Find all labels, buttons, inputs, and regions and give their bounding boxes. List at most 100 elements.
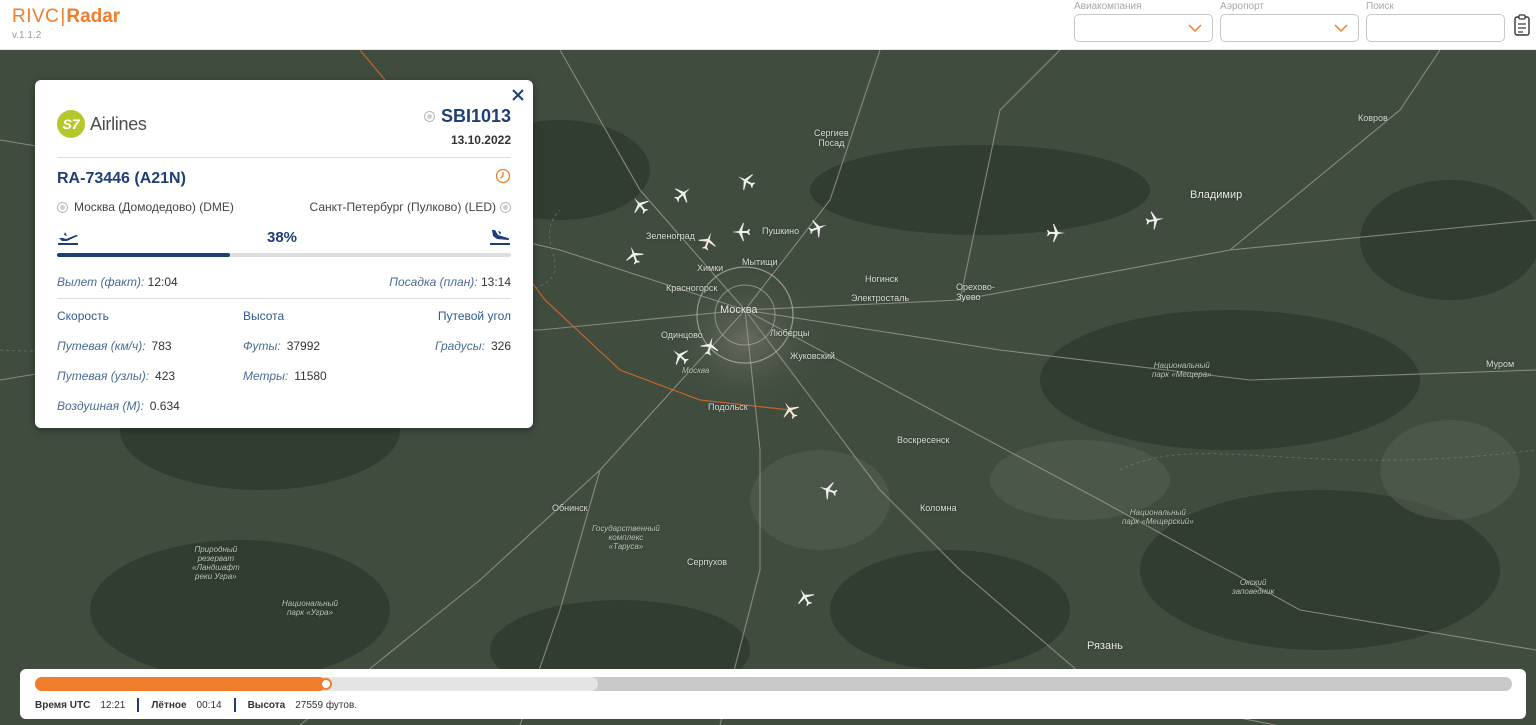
route: Москва (Домодедово) (DME) Санкт-Петербур… [57, 200, 511, 214]
app-version: v.1.1.2 [12, 30, 42, 41]
altitude-value: 27559 футов. [295, 699, 358, 711]
timeline-scrubber-handle[interactable] [319, 678, 332, 690]
search-input[interactable] [1366, 14, 1505, 42]
place-obninsk: Обнинск [552, 503, 588, 513]
altitude-label: Высота [247, 699, 286, 711]
aircraft-marker[interactable] [1046, 223, 1066, 243]
airport-filter-label: Аэропорт [1220, 1, 1265, 12]
origin-airport: Москва (Домодедово) (DME) [57, 200, 234, 214]
app-logo: RIVC|Radar [12, 6, 120, 28]
utc-value: 12:21 [100, 699, 126, 711]
altitude-meters-value: 11580 [294, 369, 327, 383]
flight-progress-fill [57, 253, 230, 257]
flight-time-label: Лётное [151, 699, 187, 711]
divider [57, 157, 511, 158]
flight-date: 13.10.2022 [450, 133, 511, 147]
air-speed-mach-value: 0.634 [149, 399, 180, 413]
flight-times: Вылет (факт): 12:04 Посадка (план): 13:1… [57, 275, 511, 289]
flight-number: SBI1013 [423, 106, 511, 127]
place-pushkino: Пушкино [762, 226, 800, 236]
airline-logo: S7 Airlines [57, 110, 147, 138]
timeline-played [35, 677, 326, 691]
place-khimki: Химки [697, 263, 724, 273]
place-oksky: Окский заповедник [1232, 578, 1275, 596]
air-speed-mach: Воздушная (М): 0.634 [57, 399, 180, 413]
airport-select[interactable] [1220, 14, 1359, 42]
airline-select[interactable] [1074, 14, 1213, 42]
airline-logo-mark: S7 [57, 110, 85, 138]
ground-speed-knots-label: Путевая (узлы): [57, 369, 150, 383]
clock-icon[interactable] [495, 168, 511, 184]
flight-number-text: SBI1013 [440, 106, 511, 126]
destination-airport: Санкт-Петербург (Пулково) (LED) [310, 200, 511, 214]
airline-name: Airlines [90, 113, 147, 134]
ground-speed-knots-value: 423 [155, 369, 176, 383]
place-ugra-park: Национальный парк «Угра» [282, 599, 338, 617]
flight-parameters: Скорость Высота Путевой угол Путевая (км… [57, 309, 511, 429]
place-kolomna: Коломна [920, 503, 957, 513]
flight-info-card: S7 Airlines SBI1013 13.10.2022 RA-73446 … [35, 80, 533, 428]
ground-speed-kmh-value: 783 [151, 339, 172, 353]
ground-speed-kmh-label: Путевая (км/ч): [57, 339, 146, 353]
place-mytishchi: Мытищи [742, 257, 778, 267]
place-murom: Муром [1486, 359, 1515, 369]
progress-percent: 38% [267, 229, 298, 246]
place-sergiev-posad: Сергиев Посад [814, 128, 849, 148]
origin-text: Москва (Домодедово) (DME) [74, 200, 234, 214]
airline-filter-label: Авиакомпания [1074, 1, 1142, 12]
chevron-down-icon [1334, 24, 1348, 33]
flight-progress-bar [57, 253, 511, 257]
departure-time: Вылет (факт): 12:04 [57, 275, 178, 289]
place-odintsovo: Одинцово [661, 330, 703, 340]
altitude-feet: Футы: 37992 [243, 339, 320, 353]
timeline-info: Время UTC 12:21 Лётное 00:14 Высота 2755… [35, 698, 367, 712]
separator [233, 698, 236, 712]
track-degrees-label: Градусы: [434, 339, 485, 353]
origin-radio-icon [57, 201, 68, 213]
search-filter: Поиск [1366, 0, 1505, 42]
place-meshchersky: Национальный парк «Мещерский» [1122, 508, 1194, 526]
brand-separator: | [60, 6, 66, 27]
place-moskva-region: Москва [682, 366, 710, 375]
aircraft-marker[interactable] [731, 222, 751, 242]
airline-filter: Авиакомпания [1074, 0, 1213, 42]
place-orekhovo: Орехово- Зуево [956, 282, 995, 302]
altitude-meters-label: Метры: [243, 369, 289, 383]
place-tarusa: Государственный комплекс «Таруса» [592, 524, 660, 551]
speed-header: Скорость [57, 309, 109, 323]
brand-right: Radar [66, 6, 121, 27]
place-lyubertsy: Люберцы [770, 328, 810, 338]
top-bar: RIVC|Radar v.1.1.2 Авиакомпания Аэропорт… [0, 0, 1536, 50]
timeline-track[interactable] [35, 677, 1512, 691]
place-meshchera: Национальный парк «Мещера» [1152, 361, 1212, 379]
utc-label: Время UTC [35, 699, 91, 711]
departure-value: 12:04 [147, 275, 178, 289]
place-elektrostal: Электросталь [851, 293, 910, 303]
flight-time-value: 00:14 [196, 699, 222, 711]
arrival-label: Посадка (план): [389, 275, 478, 289]
destination-radio-icon [500, 201, 511, 213]
ground-speed-knots: Путевая (узлы): 423 [57, 369, 175, 383]
airport-filter: Аэропорт [1220, 0, 1359, 42]
place-serpukhov: Серпухов [687, 557, 728, 567]
departure-label: Вылет (факт): [57, 275, 145, 289]
altitude-header: Высота [243, 309, 285, 323]
aircraft-registration: RA-73446 (A21N) [57, 170, 186, 187]
separator [137, 698, 140, 712]
close-icon[interactable] [512, 89, 524, 101]
track-degrees: Градусы: 326 [435, 339, 511, 353]
place-kovrov: Ковров [1358, 113, 1388, 123]
place-ryazan: Рязань [1087, 640, 1123, 652]
place-voskresensk: Воскресенск [897, 435, 950, 445]
search-label: Поиск [1366, 1, 1394, 12]
aircraft-marker[interactable] [1143, 208, 1166, 231]
place-krasnogorsk: Красногорск [666, 283, 718, 293]
track-degrees-value: 326 [490, 339, 511, 353]
place-ugra-reserve: Природный резерват «Ландшафт реки Угра» [192, 545, 240, 581]
brand-left: RIVC [12, 6, 60, 27]
altitude-meters: Метры: 11580 [243, 369, 327, 383]
takeoff-icon [58, 232, 78, 245]
chevron-down-icon [1188, 24, 1202, 33]
clipboard-icon[interactable] [1512, 14, 1534, 38]
altitude-feet-value: 37992 [286, 339, 321, 353]
